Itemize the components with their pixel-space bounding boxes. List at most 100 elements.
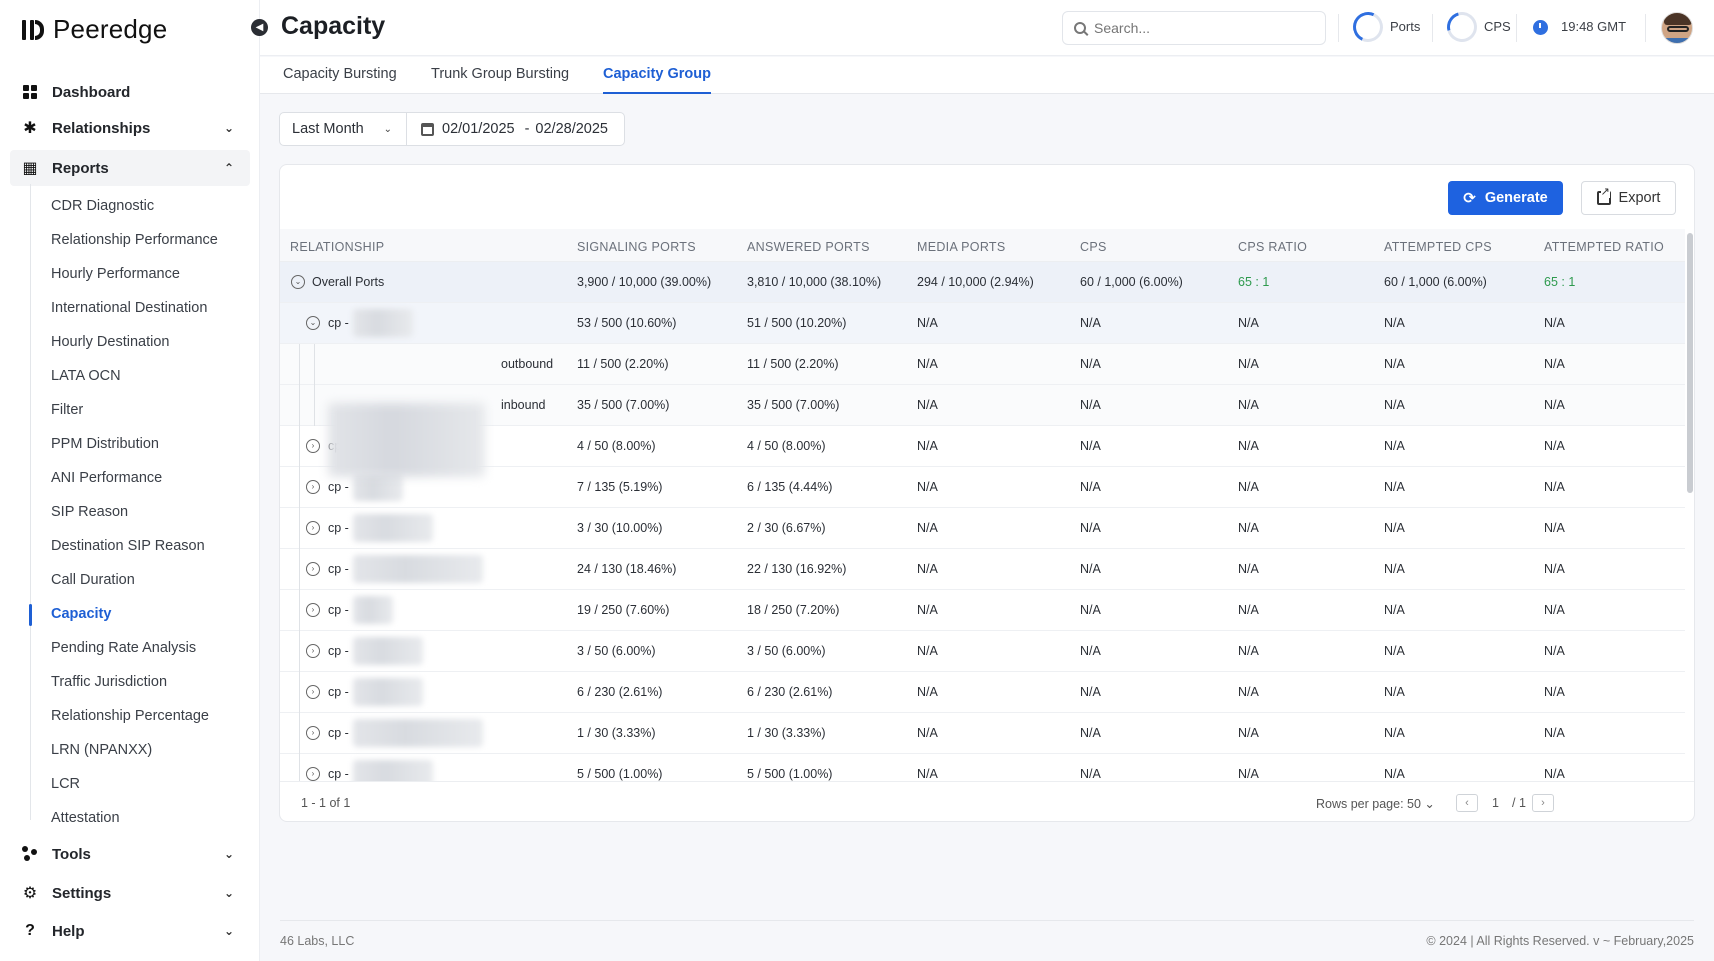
sidebar-item-lata-ocn[interactable]: LATA OCN [51,362,121,390]
column-header[interactable]: SIGNALING PORTS [577,240,696,254]
chevron-left-icon: ◀ [255,22,264,33]
expand-toggle-icon[interactable]: › [306,726,320,740]
nav-reports[interactable]: ▦ Reports ⌃ [10,150,250,186]
table-row[interactable]: outbound 11 / 500 (2.20%) 11 / 500 (2.20%)… [280,344,1685,385]
sidebar-item-call-duration[interactable]: Call Duration [51,566,135,594]
table-row[interactable]: › cp - 1 / 30 (3.33%) 1 / 30 (3.33%) N/A N/A N… [280,713,1685,754]
export-label: Export [1618,190,1661,206]
sidebar-item-relationship-percentage[interactable]: Relationship Percentage [51,702,209,730]
signaling-cell: 53 / 500 (10.60%) [577,316,677,330]
table-row[interactable]: ›cp -4 / 50 (8.00%)4 / 50 (8.00%)N/AN/AN… [280,426,1685,467]
tab-capacity-group[interactable]: Capacity Group [603,66,711,94]
tab-capacity-bursting[interactable]: Capacity Bursting [283,66,397,94]
relationship-cell: cp - [328,726,349,740]
divider [1516,14,1517,42]
nav-relationships[interactable]: ✱ Relationships ⌄ [10,110,250,146]
table-row[interactable]: › cp - 19 / 250 (7.60%) 18 / 250 (7.20%) N/A… [280,590,1685,631]
rows-per-page-select[interactable]: Rows per page: 50 ⌄ [1316,796,1435,811]
column-header[interactable]: ANSWERED PORTS [747,240,870,254]
current-page[interactable]: 1 [1492,796,1499,810]
column-header[interactable]: RELATIONSHIP [290,240,384,254]
table-row[interactable]: › cp - 3 / 30 (10.00%) 2 / 30 (6.67%) N/A N/A… [280,508,1685,549]
sidebar-item-capacity[interactable]: Capacity [51,600,111,628]
table-row[interactable]: inbound 35 / 500 (7.00%) 35 / 500 (7.00%) N… [280,385,1685,426]
column-header[interactable]: CPS [1080,240,1107,254]
media-cell: N/A [917,726,938,740]
generate-button[interactable]: ⟳ Generate [1448,181,1563,215]
expand-toggle-icon[interactable]: › [306,603,320,617]
relationship-cell: cp - [328,521,349,535]
search-box[interactable] [1062,11,1326,45]
attempted-cps-cell: N/A [1384,726,1405,740]
table-row[interactable]: › cp - 6 / 230 (2.61%) 6 / 230 (2.61%) N/A N/… [280,672,1685,713]
table-row[interactable]: › cp - 24 / 130 (18.46%) 22 / 130 (16.92%) N… [280,549,1685,590]
tab-trunk-group-bursting[interactable]: Trunk Group Bursting [431,66,569,94]
sidebar-item-sip-reason[interactable]: SIP Reason [51,498,128,526]
cps-cell: N/A [1080,521,1101,535]
signaling-cell: 6 / 230 (2.61%) [577,685,663,699]
redacted-name [353,637,423,665]
export-button[interactable]: Export [1581,181,1676,215]
attempted-ratio-cell: N/A [1544,644,1565,658]
ports-gauge-icon[interactable] [1348,7,1388,47]
brand-logo[interactable]: Peeredge [22,14,167,45]
attempted-ratio-cell: N/A [1544,439,1565,453]
sidebar-item-relationship-performance[interactable]: Relationship Performance [51,226,218,254]
collapse-toggle-icon[interactable]: ⌄ [291,275,305,289]
date-range-picker[interactable]: 02/01/2025 - 02/28/2025 [407,121,624,137]
sidebar-item-pending-rate-analysis[interactable]: Pending Rate Analysis [51,634,196,662]
expand-toggle-icon[interactable]: › [306,644,320,658]
expand-toggle-icon[interactable]: › [306,521,320,535]
expand-toggle-icon[interactable]: › [306,767,320,781]
answered-cell: 2 / 30 (6.67%) [747,521,826,535]
sidebar-item-traffic-jurisdiction[interactable]: Traffic Jurisdiction [51,668,167,696]
sidebar-item-ppm-distribution[interactable]: PPM Distribution [51,430,159,458]
nav-tools[interactable]: Tools ⌄ [10,836,250,872]
sidebar-item-hourly-destination[interactable]: Hourly Destination [51,328,169,356]
submenu-guide-line [30,184,31,820]
refresh-icon: ⟳ [1463,190,1476,207]
nav-settings[interactable]: ⚙ Settings ⌄ [10,875,250,911]
sidebar-item-destination-sip-reason[interactable]: Destination SIP Reason [51,532,205,560]
expand-toggle-icon[interactable]: › [306,685,320,699]
nav-dashboard[interactable]: Dashboard [10,74,250,110]
table-scrollbar[interactable] [1687,233,1693,493]
table-row-overall[interactable]: ⌄ Overall Ports 3,900 / 10,000 (39.00%) … [280,262,1685,303]
expand-toggle-icon[interactable]: › [306,480,320,494]
media-cell: N/A [917,603,938,617]
column-header[interactable]: MEDIA PORTS [917,240,1006,254]
sidebar-item-ani-performance[interactable]: ANI Performance [51,464,162,492]
expand-toggle-icon[interactable]: › [306,562,320,576]
help-icon: ? [25,922,35,939]
table-row[interactable]: › cp - 3 / 50 (6.00%) 3 / 50 (6.00%) N/A N/A N… [280,631,1685,672]
page-title: Capacity [281,12,386,40]
column-header[interactable]: CPS RATIO [1238,240,1307,254]
sidebar-item-cdr-diagnostic[interactable]: CDR Diagnostic [51,192,154,220]
sidebar-item-international-destination[interactable]: International Destination [51,294,207,322]
user-avatar[interactable] [1661,12,1693,44]
collapse-sidebar-button[interactable]: ◀ [251,19,268,36]
page-footer: 46 Labs, LLC © 2024 | All Rights Reserve… [280,920,1694,961]
sidebar-item-filter[interactable]: Filter [51,396,83,424]
table-row[interactable]: ⌄ cp - 53 / 500 (10.60%) 51 / 500 (10.20%) N… [280,303,1685,344]
period-select[interactable]: Last Month ⌄ [280,113,407,145]
search-input[interactable] [1094,20,1304,36]
column-header[interactable]: ATTEMPTED CPS [1384,240,1492,254]
cps-ratio-cell: N/A [1238,726,1259,740]
table-row[interactable]: › cp - 5 / 500 (1.00%) 5 / 500 (1.00%) N/A N/… [280,754,1685,781]
redacted-name [353,760,433,781]
table-row[interactable]: › cp - 7 / 135 (5.19%) 6 / 135 (4.44%) N/A N/… [280,467,1685,508]
prev-page-button[interactable]: ‹ [1456,794,1478,812]
next-page-button[interactable]: › [1532,794,1554,812]
cps-gauge-icon[interactable] [1441,6,1483,48]
expand-toggle-icon[interactable]: › [306,439,320,453]
nav-help[interactable]: ? Help ⌄ [10,913,250,949]
sidebar-item-lcr[interactable]: LCR [51,770,80,798]
collapse-toggle-icon[interactable]: ⌄ [306,316,320,330]
sidebar-item-hourly-performance[interactable]: Hourly Performance [51,260,180,288]
sidebar-item-attestation[interactable]: Attestation [51,804,120,832]
column-header[interactable]: ATTEMPTED RATIO [1544,240,1664,254]
attempted-cps-cell: N/A [1384,562,1405,576]
sidebar-item-lrn-npanxx[interactable]: LRN (NPANXX) [51,736,152,764]
date-separator: - [524,121,530,137]
